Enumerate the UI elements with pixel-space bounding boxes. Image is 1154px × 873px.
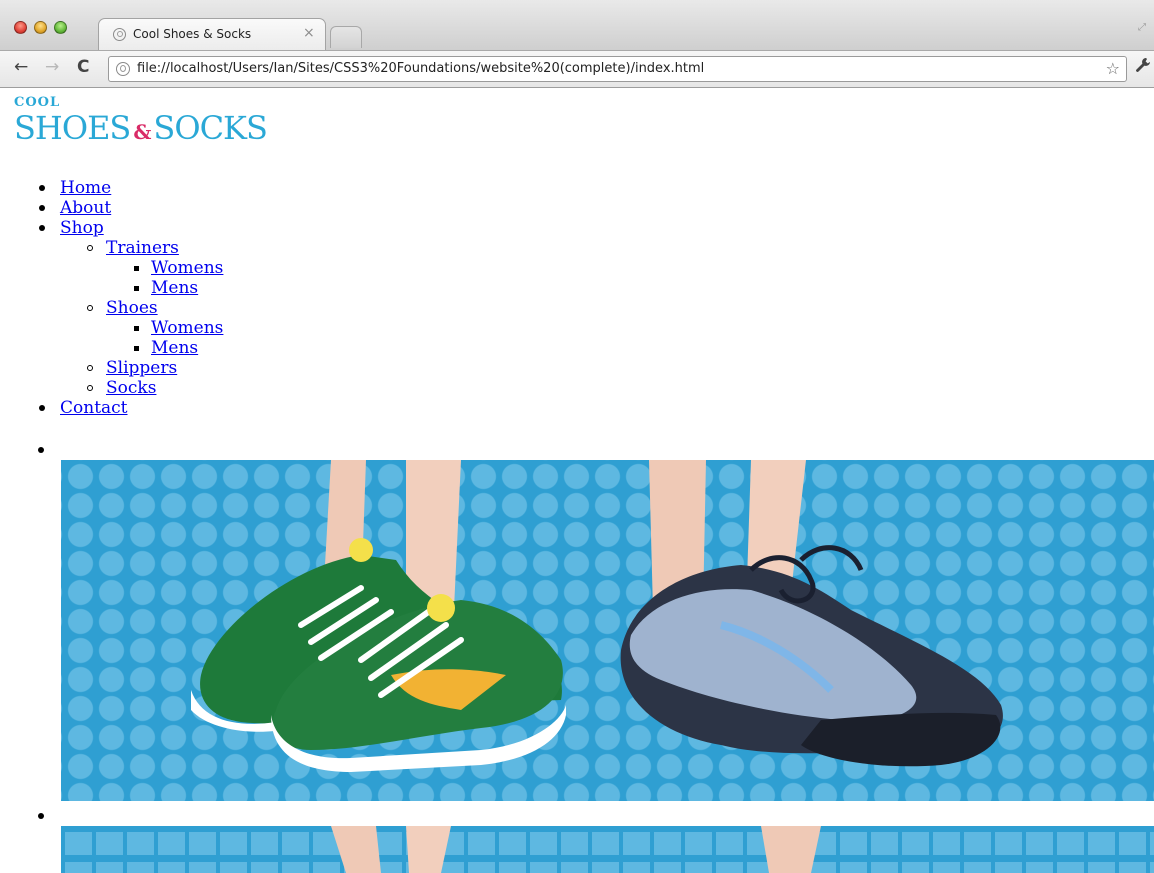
new-tab-button[interactable] [330,26,362,48]
nav-link-shoes-mens[interactable]: Mens [151,338,198,358]
nav-link-shoes[interactable]: Shoes [106,298,158,318]
bullet-circle [87,305,93,311]
nav-link-shop[interactable]: Shop [60,218,104,238]
nav-link-slippers[interactable]: Slippers [106,358,177,378]
nav-item-trainers-mens: Mens [0,278,223,298]
nav-item-trainers: Trainers [0,238,223,258]
nav-item-shop: Shop [0,218,223,238]
bullet-disc [39,225,45,231]
bullet-disc [39,185,45,191]
trainer-badge-left [349,538,373,562]
bullet-circle [87,245,93,251]
nav-item-shoes: Shoes [0,298,223,318]
url-text[interactable]: file://localhost/Users/Ian/Sites/CSS3%20… [137,61,704,76]
page-icon [116,62,130,76]
tab-title: Cool Shoes & Socks [133,27,252,41]
site-logo[interactable]: COOL SHOES &SOCKS [14,95,268,148]
tab-close-icon[interactable]: × [303,25,315,41]
bullet-disc [39,205,45,211]
nav-link-home[interactable]: Home [60,178,111,198]
logo-small-text: COOL [14,95,61,110]
nav-item-contact: Contact [0,398,223,418]
slide-image-socks [61,826,1154,873]
logo-part2: SOCKS [153,109,267,147]
forward-button[interactable]: → [45,57,59,77]
slide-image-trainers [61,460,1154,801]
nav-item-shoes-mens: Mens [0,338,223,358]
nav-link-shoes-womens[interactable]: Womens [151,318,223,338]
nav-link-trainers-mens[interactable]: Mens [151,278,198,298]
bullet-square [134,326,139,331]
bookmark-star-icon[interactable]: ☆ [1106,59,1120,78]
logo-part1: SHOES [14,109,131,147]
bullet-square [134,286,139,291]
nav-link-contact[interactable]: Contact [60,398,128,418]
nav-link-about[interactable]: About [60,198,111,218]
browser-tab[interactable]: Cool Shoes & Socks × [98,18,326,50]
nav-link-socks[interactable]: Socks [106,378,156,398]
reload-button[interactable]: C [77,57,89,77]
logo-ampersand: & [133,120,151,144]
logo-main-text: SHOES &SOCKS [14,109,268,148]
nav-link-trainers[interactable]: Trainers [106,238,179,258]
bullet-square [134,266,139,271]
page-favicon-icon [113,28,126,41]
leg-3 [761,826,821,873]
nav-item-trainers-womens: Womens [0,258,223,278]
back-button[interactable]: ← [14,57,28,77]
slide-bullet [38,813,44,819]
legs-illustration [331,826,821,873]
nav-item-shoes-womens: Womens [0,318,223,338]
close-window-icon[interactable] [14,21,27,34]
browser-toolbar: ← → C file://localhost/Users/Ian/Sites/C… [0,51,1154,88]
leg-2 [406,826,451,873]
bullet-disc [39,405,45,411]
address-bar[interactable]: file://localhost/Users/Ian/Sites/CSS3%20… [108,56,1127,82]
nav-item-socks: Socks [0,378,223,398]
nav-item-slippers: Slippers [0,358,223,378]
nav-item-home: Home [0,178,223,198]
fullscreen-icon[interactable]: ⤢ [1138,22,1148,33]
bullet-circle [87,365,93,371]
zoom-window-icon[interactable] [54,21,67,34]
shoes-illustration [191,460,1003,772]
trainer-badge-right [427,594,455,622]
nav-item-about: About [0,198,223,218]
runner-sole [801,712,1001,767]
main-navigation: Home About Shop Trainers Womens Mens Sho… [0,178,223,418]
nav-link-trainers-womens[interactable]: Womens [151,258,223,278]
minimize-window-icon[interactable] [34,21,47,34]
slide-bullet [38,447,44,453]
bullet-square [134,346,139,351]
bullet-circle [87,385,93,391]
wrench-menu-icon[interactable] [1135,57,1151,78]
leg-1 [331,826,381,873]
browser-titlebar: Cool Shoes & Socks × ⤢ [0,0,1154,51]
